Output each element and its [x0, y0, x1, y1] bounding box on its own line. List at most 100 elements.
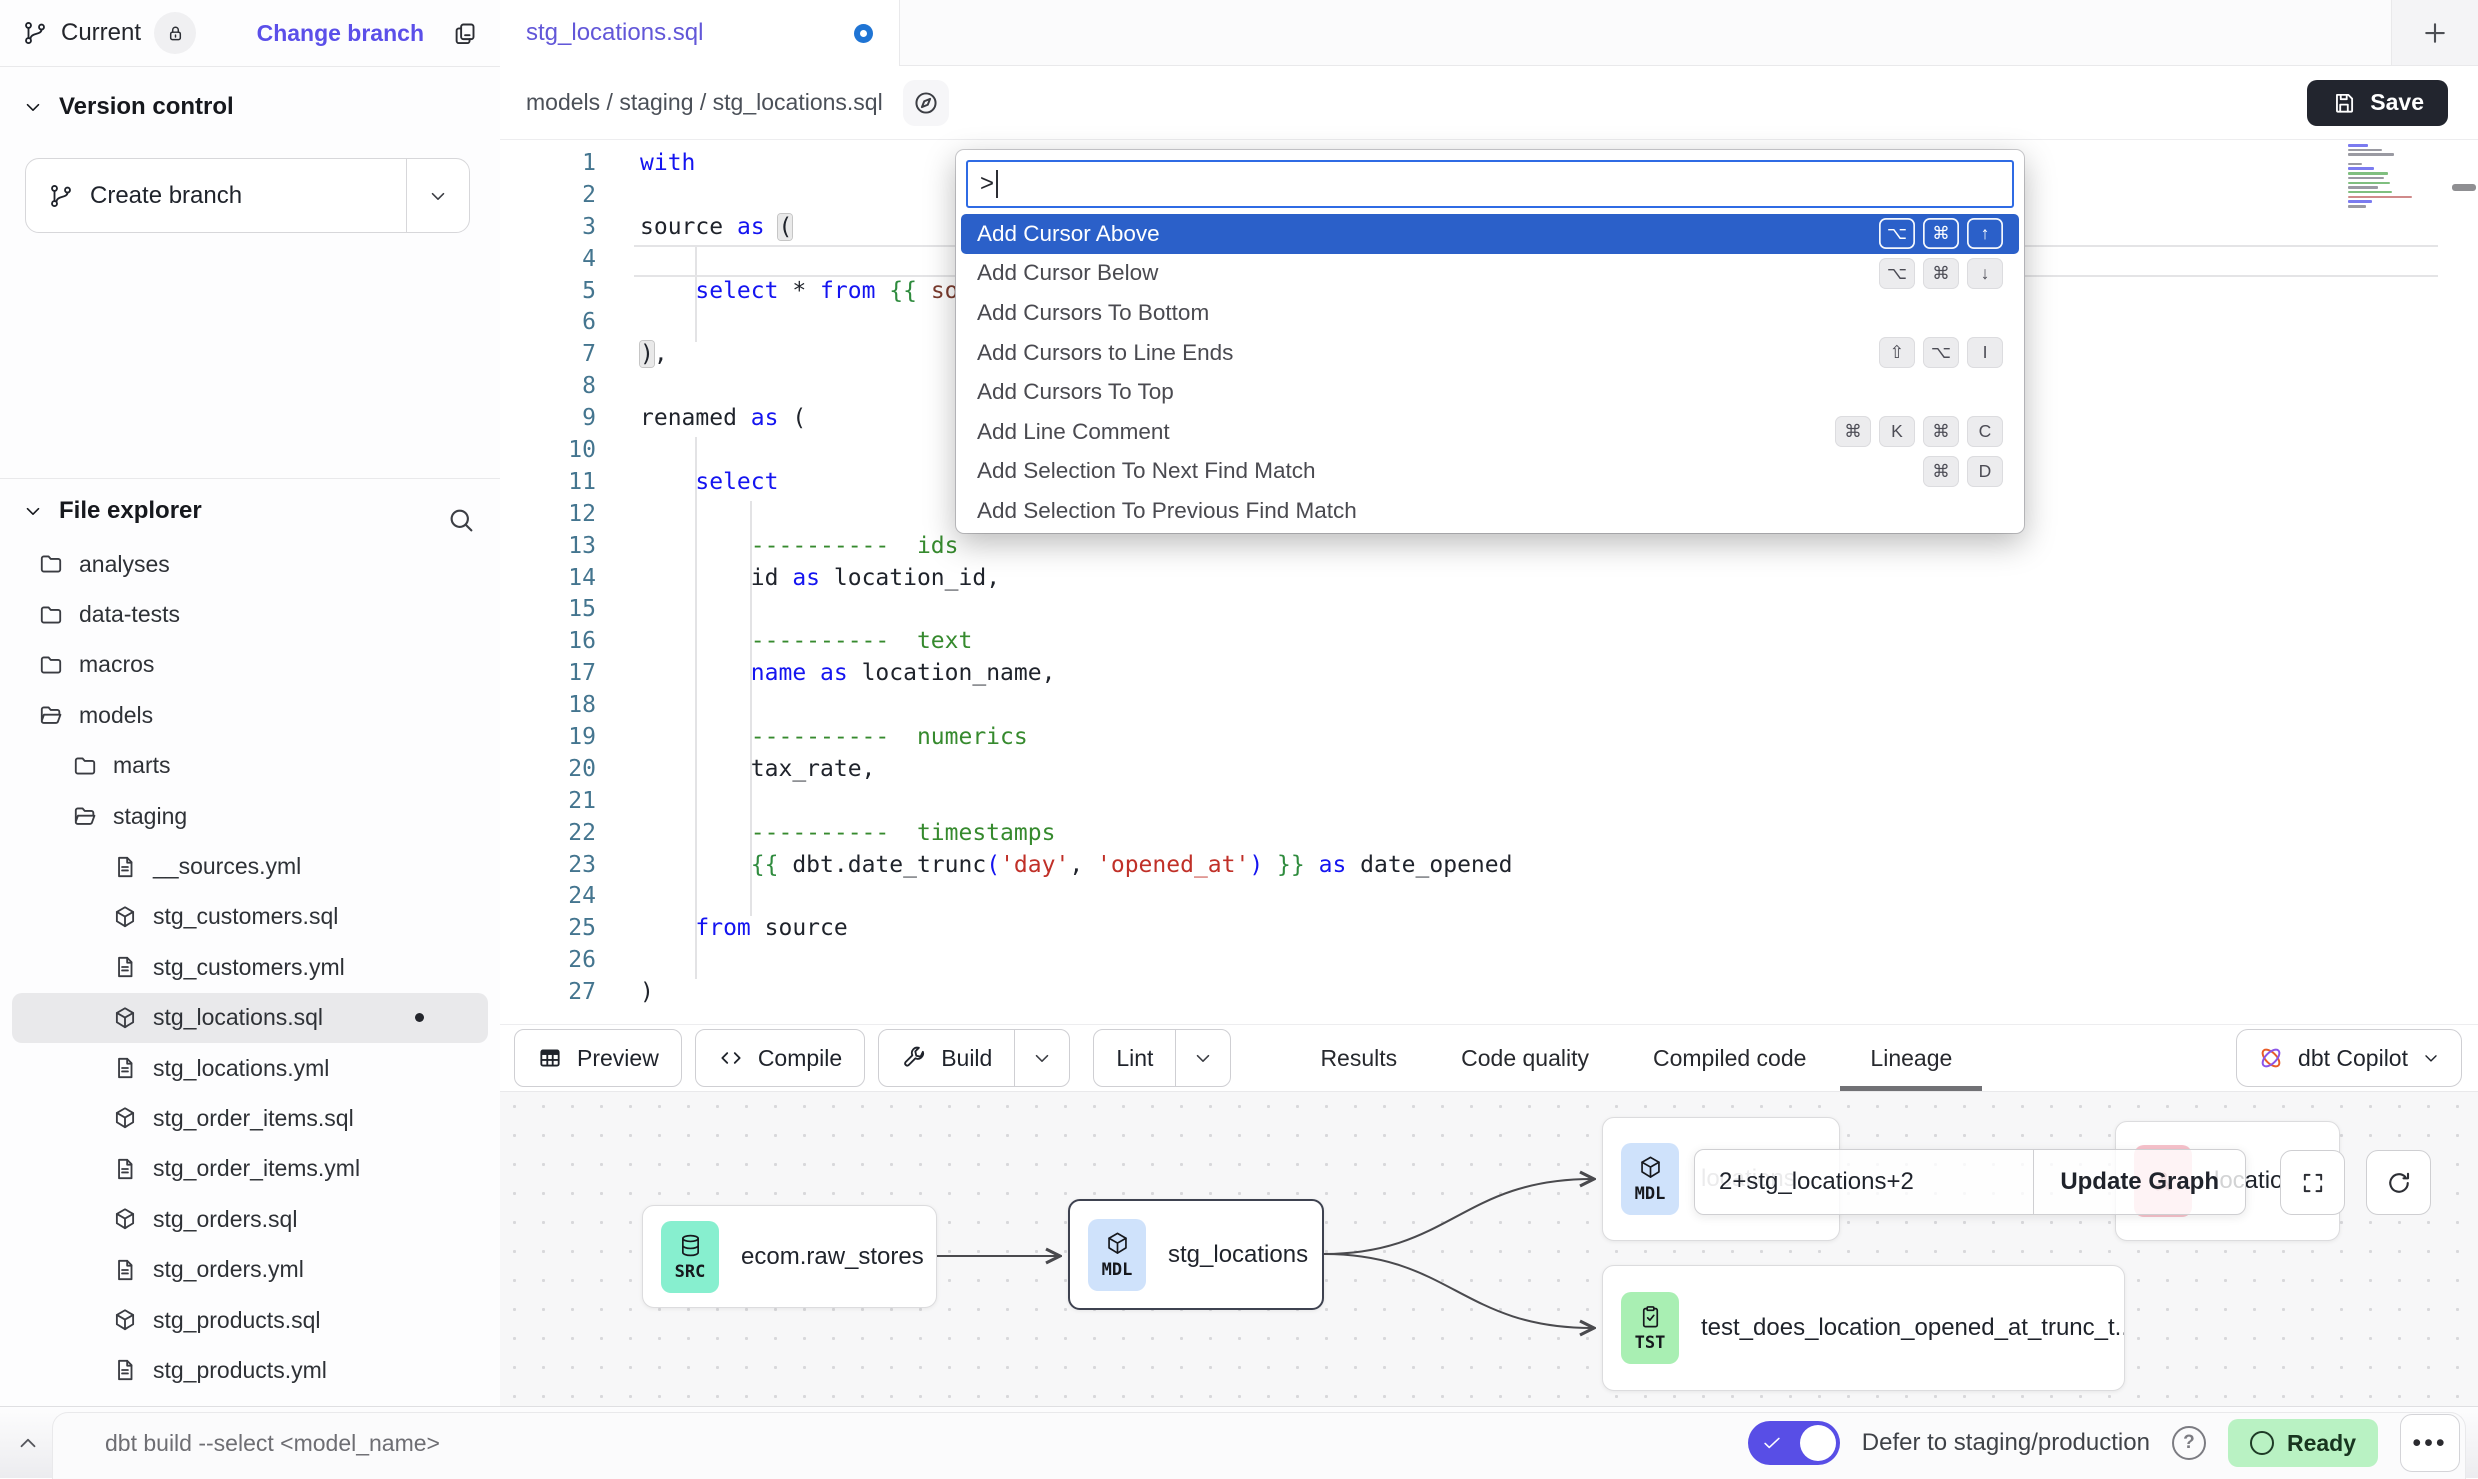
fullscreen-button[interactable]	[2280, 1150, 2345, 1215]
item-label: marts	[113, 752, 171, 779]
modified-dot	[415, 1013, 424, 1022]
lineage-node-stg-locations[interactable]: MDL stg_locations	[1068, 1199, 1324, 1310]
line-number: 25	[500, 913, 612, 945]
code-line: select * from {{ sou	[612, 276, 972, 308]
item-label: stg_order_items.sql	[153, 1105, 354, 1132]
shortcut-keys: ⌘K⌘C	[1835, 416, 2003, 447]
item-label: stg_customers.yml	[153, 954, 345, 981]
file-item-stg-customers-yml[interactable]: stg_customers.yml	[12, 942, 488, 992]
badge-label: MDL	[1102, 1260, 1133, 1280]
defer-toggle[interactable]	[1748, 1421, 1840, 1465]
expand-command-bar-button[interactable]	[8, 1423, 48, 1463]
chevron-down-icon	[427, 185, 449, 207]
palette-item-add-cursor-above[interactable]: Add Cursor Above⌥⌘↑	[961, 214, 2019, 254]
code-line: with	[612, 148, 695, 180]
code-line	[612, 786, 640, 818]
cube-icon	[1637, 1154, 1664, 1181]
build-dropdown[interactable]	[1014, 1030, 1069, 1086]
file-item-stg-products-sql[interactable]: stg_products.sql	[12, 1295, 488, 1345]
save-button[interactable]: Save	[2307, 80, 2448, 126]
lineage-node-source[interactable]: SRC ecom.raw_stores	[642, 1205, 937, 1308]
folder-item-macros[interactable]: macros	[12, 640, 488, 690]
create-branch-dropdown[interactable]	[406, 159, 469, 232]
editor-scrollbar[interactable]	[2452, 184, 2476, 191]
ready-label: Ready	[2287, 1430, 2356, 1457]
file-item-stg-locations-yml[interactable]: stg_locations.yml	[12, 1043, 488, 1093]
more-options-button[interactable]: •••	[2400, 1414, 2460, 1472]
palette-item-add-cursor-below[interactable]: Add Cursor Below⌥⌘↓	[961, 254, 2019, 294]
shortcut-keys: ⌘D	[1923, 456, 2003, 487]
palette-item-add-selection-previous-match[interactable]: Add Selection To Previous Find Match	[961, 491, 2019, 531]
tab-lineage[interactable]: Lineage	[1870, 1025, 1952, 1091]
code-line	[612, 180, 640, 212]
source-badge: SRC	[661, 1221, 719, 1293]
create-branch-main[interactable]: Create branch	[26, 159, 406, 232]
item-label: stg_orders.sql	[153, 1206, 297, 1233]
lint-dropdown[interactable]	[1175, 1030, 1230, 1086]
code-line: {{ dbt.date_trunc('day', 'opened_at') }}…	[612, 850, 1512, 882]
wrench-icon	[901, 1045, 927, 1071]
folder-item-staging[interactable]: staging	[12, 791, 488, 841]
line-number: 17	[500, 658, 612, 690]
palette-item-add-line-comment[interactable]: Add Line Comment⌘K⌘C	[961, 412, 2019, 452]
tab-code-quality[interactable]: Code quality	[1461, 1025, 1589, 1091]
code-line: id as location_id,	[612, 563, 1000, 595]
file-item-stg-order-items-sql[interactable]: stg_order_items.sql	[12, 1093, 488, 1143]
preview-button[interactable]: Preview	[514, 1029, 682, 1087]
code-line	[612, 244, 640, 276]
dbt-copilot-button[interactable]: dbt Copilot	[2236, 1029, 2462, 1087]
create-branch-button[interactable]: Create branch	[25, 158, 470, 233]
search-icon[interactable]	[446, 505, 476, 535]
build-label: Build	[941, 1045, 992, 1072]
node-label: test_does_location_opened_at_trunc_t...	[1701, 1314, 2125, 1342]
lineage-node-test[interactable]: TST test_does_location_opened_at_trunc_t…	[1602, 1265, 2125, 1391]
palette-item-add-cursors-to-bottom[interactable]: Add Cursors To Bottom	[961, 293, 2019, 333]
chevron-down-icon	[2421, 1048, 2441, 1068]
line-number: 12	[500, 499, 612, 531]
tab-compiled-code[interactable]: Compiled code	[1653, 1025, 1806, 1091]
compile-button[interactable]: Compile	[695, 1029, 865, 1087]
help-icon[interactable]: ?	[2172, 1426, 2206, 1460]
palette-item-add-cursors-to-top[interactable]: Add Cursors To Top	[961, 372, 2019, 412]
file-explorer-header[interactable]: File explorer	[0, 479, 500, 525]
folder-item-models[interactable]: models	[12, 690, 488, 740]
badge-label: MDL	[1635, 1184, 1666, 1204]
model-badge: MDL	[1621, 1143, 1679, 1215]
folder-item-data-tests[interactable]: data-tests	[12, 589, 488, 639]
tab-stg-locations-sql[interactable]: stg_locations.sql	[500, 0, 900, 66]
plus-icon	[2420, 18, 2450, 48]
change-branch-link[interactable]: Change branch	[257, 20, 424, 47]
folder-item-marts[interactable]: marts	[12, 741, 488, 791]
palette-item-add-cursors-to-line-ends[interactable]: Add Cursors to Line Ends⇧⌥I	[961, 333, 2019, 373]
lint-button[interactable]: Lint	[1093, 1029, 1231, 1087]
refresh-graph-button[interactable]	[2366, 1150, 2431, 1215]
new-tab-button[interactable]	[2391, 0, 2478, 65]
explore-lineage-button[interactable]	[903, 80, 949, 126]
command-palette-input[interactable]: >	[966, 160, 2014, 208]
file-item-sources-yml[interactable]: __sources.yml	[12, 841, 488, 891]
command-placeholder[interactable]: dbt build --select <model_name>	[105, 1407, 440, 1479]
compass-icon	[912, 89, 940, 117]
copy-icon[interactable]	[451, 20, 478, 47]
file-item-stg-locations-sql[interactable]: stg_locations.sql	[12, 993, 488, 1043]
tab-results[interactable]: Results	[1320, 1025, 1397, 1091]
update-graph-button[interactable]: Update Graph	[2033, 1150, 2245, 1214]
file-item-stg-customers-sql[interactable]: stg_customers.sql	[12, 892, 488, 942]
palette-item-add-selection-next-match[interactable]: Add Selection To Next Find Match⌘D	[961, 452, 2019, 492]
fullscreen-icon	[2299, 1169, 2327, 1197]
folder-item-analyses[interactable]: analyses	[12, 539, 488, 589]
version-control-header[interactable]: Version control	[0, 67, 500, 121]
lineage-canvas[interactable]: SRC ecom.raw_stores MDL stg_locations MD…	[500, 1091, 2478, 1406]
code-line	[612, 690, 640, 722]
editor-toolbar: Preview Compile Build Lint Results Code …	[500, 1024, 2478, 1091]
build-button[interactable]: Build	[878, 1029, 1070, 1087]
lineage-selector-input[interactable]: 2+stg_locations+2	[1695, 1150, 2033, 1214]
copilot-logo-icon	[2257, 1044, 2285, 1072]
file-item-stg-products-yml[interactable]: stg_products.yml	[12, 1345, 488, 1395]
minimap[interactable]	[2348, 144, 2434, 210]
code-line: ---------- numerics	[612, 722, 1028, 754]
file-item-stg-orders-sql[interactable]: stg_orders.sql	[12, 1194, 488, 1244]
file-item-stg-orders-yml[interactable]: stg_orders.yml	[12, 1244, 488, 1294]
file-item-stg-order-items-yml[interactable]: stg_order_items.yml	[12, 1144, 488, 1194]
model-cube-icon	[112, 1005, 138, 1031]
